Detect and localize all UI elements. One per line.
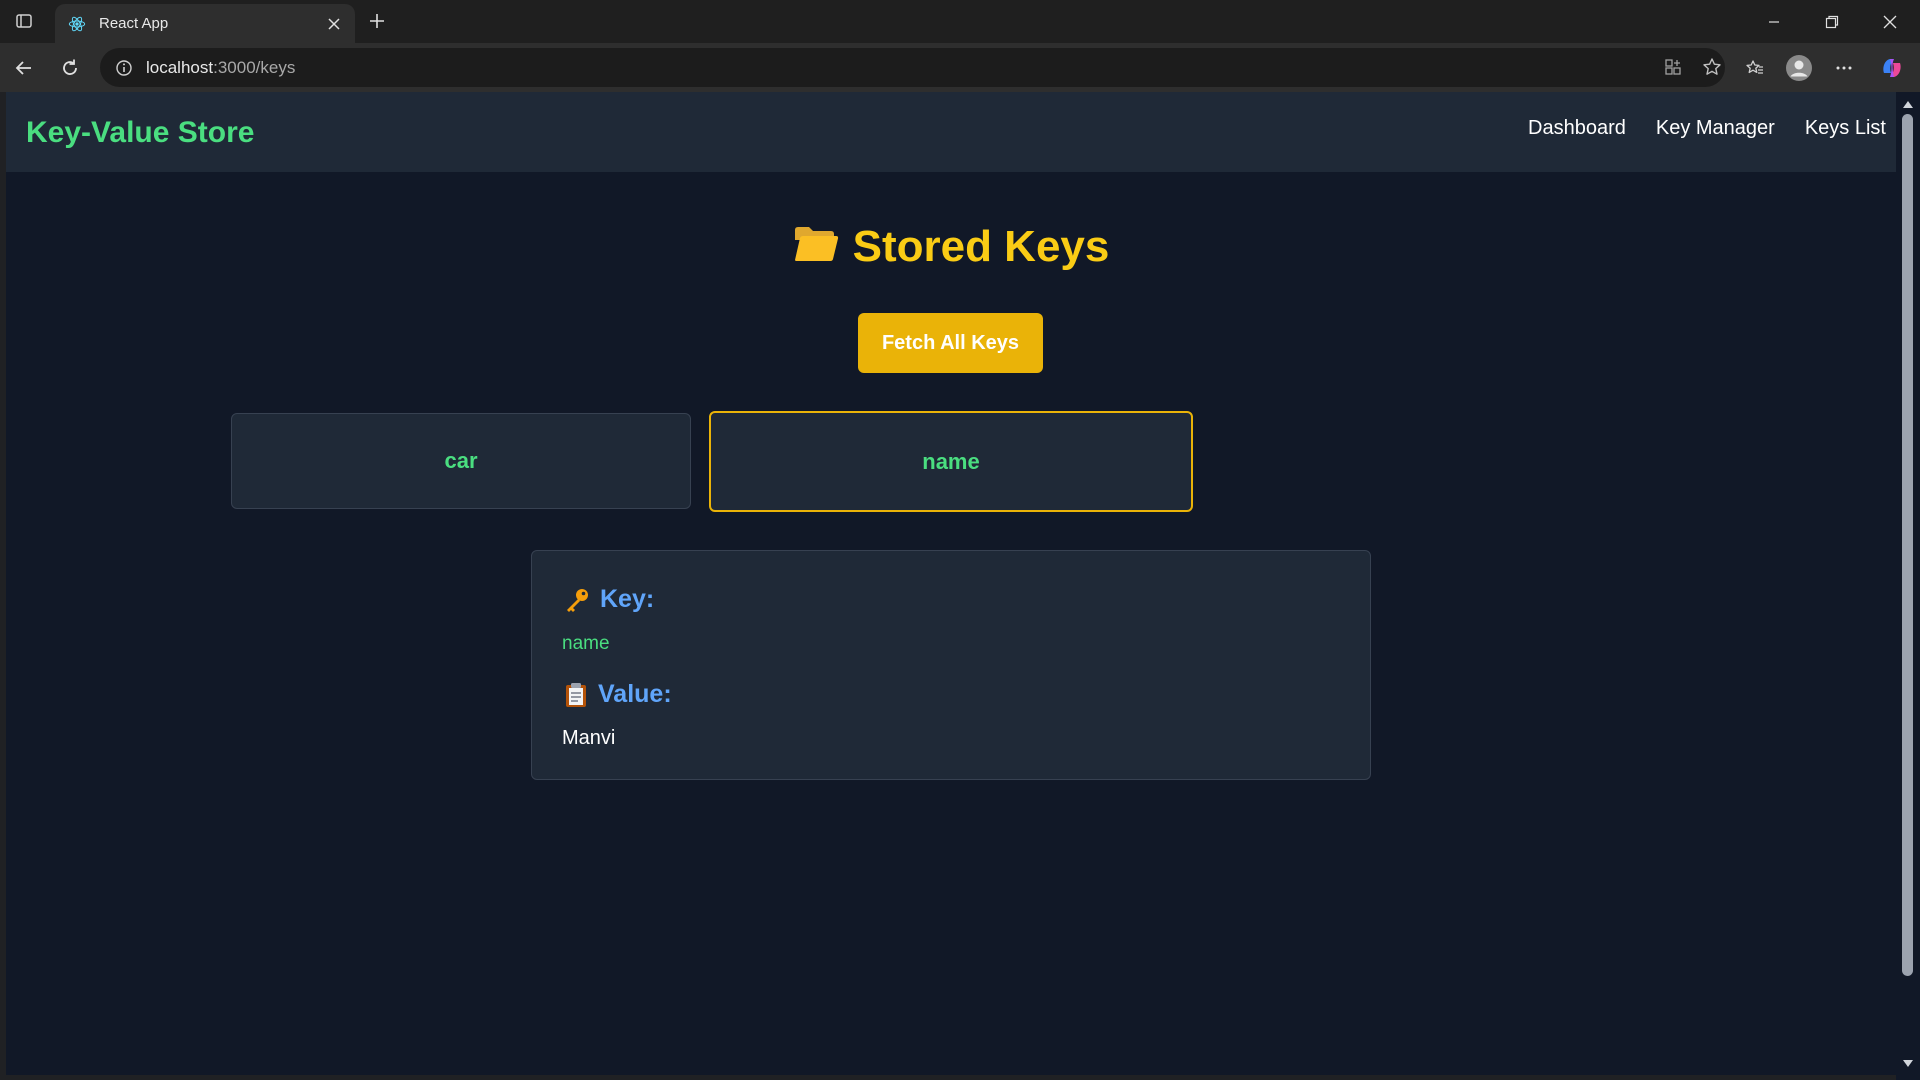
reload-icon[interactable] xyxy=(53,51,87,85)
brand-title[interactable]: Key-Value Store xyxy=(26,116,254,150)
page-viewport: Key-Value Store Dashboard Key Manager Ke… xyxy=(6,92,1896,1075)
scroll-down-icon[interactable] xyxy=(1901,1058,1915,1070)
key-card-selected[interactable]: name xyxy=(709,411,1193,512)
back-icon[interactable] xyxy=(7,51,41,85)
browser-toolbar: localhost:3000/keys xyxy=(0,43,1920,92)
app-navbar: Key-Value Store Dashboard Key Manager Ke… xyxy=(6,92,1896,172)
nav-links: Dashboard Key Manager Keys List xyxy=(1528,117,1896,140)
address-bar[interactable]: localhost:3000/keys xyxy=(100,48,1725,87)
url-host: localhost xyxy=(146,57,214,77)
profile-avatar-icon[interactable] xyxy=(1782,51,1816,85)
scroll-thumb[interactable] xyxy=(1902,114,1913,976)
close-window-icon[interactable] xyxy=(1861,0,1919,43)
key-icon xyxy=(564,587,590,613)
browser-titlebar: React App xyxy=(0,0,1920,43)
key-detail-panel: Key: name Value: Manvi xyxy=(531,550,1371,780)
restore-icon[interactable] xyxy=(1803,0,1861,43)
star-icon[interactable] xyxy=(1695,50,1729,84)
page-title: Stored Keys xyxy=(6,222,1896,275)
page-scrollbar[interactable] xyxy=(1896,92,1920,1080)
tab-actions-icon[interactable] xyxy=(10,8,38,34)
key-card[interactable]: car xyxy=(231,413,691,509)
value-label: Value: xyxy=(564,680,672,709)
app-install-icon[interactable] xyxy=(1656,50,1690,84)
url-path: :3000/keys xyxy=(213,57,296,77)
nav-link-keys-list[interactable]: Keys List xyxy=(1805,117,1886,140)
scroll-up-icon[interactable] xyxy=(1901,98,1915,110)
nav-link-key-manager[interactable]: Key Manager xyxy=(1656,117,1775,140)
favorites-icon[interactable] xyxy=(1738,51,1772,85)
url-text: localhost:3000/keys xyxy=(146,58,295,78)
key-label: Key: xyxy=(564,585,654,614)
react-logo-icon xyxy=(67,14,87,34)
clipboard-icon xyxy=(564,682,588,708)
copilot-icon[interactable] xyxy=(1875,51,1909,85)
folder-icon xyxy=(793,224,839,275)
tab-title: React App xyxy=(99,15,169,32)
more-options-icon[interactable] xyxy=(1827,51,1861,85)
browser-tab[interactable]: React App xyxy=(55,4,355,43)
value-label-text: Value: xyxy=(598,680,672,708)
nav-link-dashboard[interactable]: Dashboard xyxy=(1528,117,1626,140)
close-tab-icon[interactable] xyxy=(321,11,347,37)
value-text: Manvi xyxy=(562,727,616,749)
key-value-text: name xyxy=(562,633,610,654)
minimize-icon[interactable] xyxy=(1745,0,1803,43)
page-title-text: Stored Keys xyxy=(852,222,1110,271)
key-label-text: Key: xyxy=(600,585,655,613)
site-info-icon[interactable] xyxy=(104,48,144,87)
fetch-all-keys-button[interactable]: Fetch All Keys xyxy=(858,313,1043,373)
new-tab-icon[interactable] xyxy=(364,8,390,34)
